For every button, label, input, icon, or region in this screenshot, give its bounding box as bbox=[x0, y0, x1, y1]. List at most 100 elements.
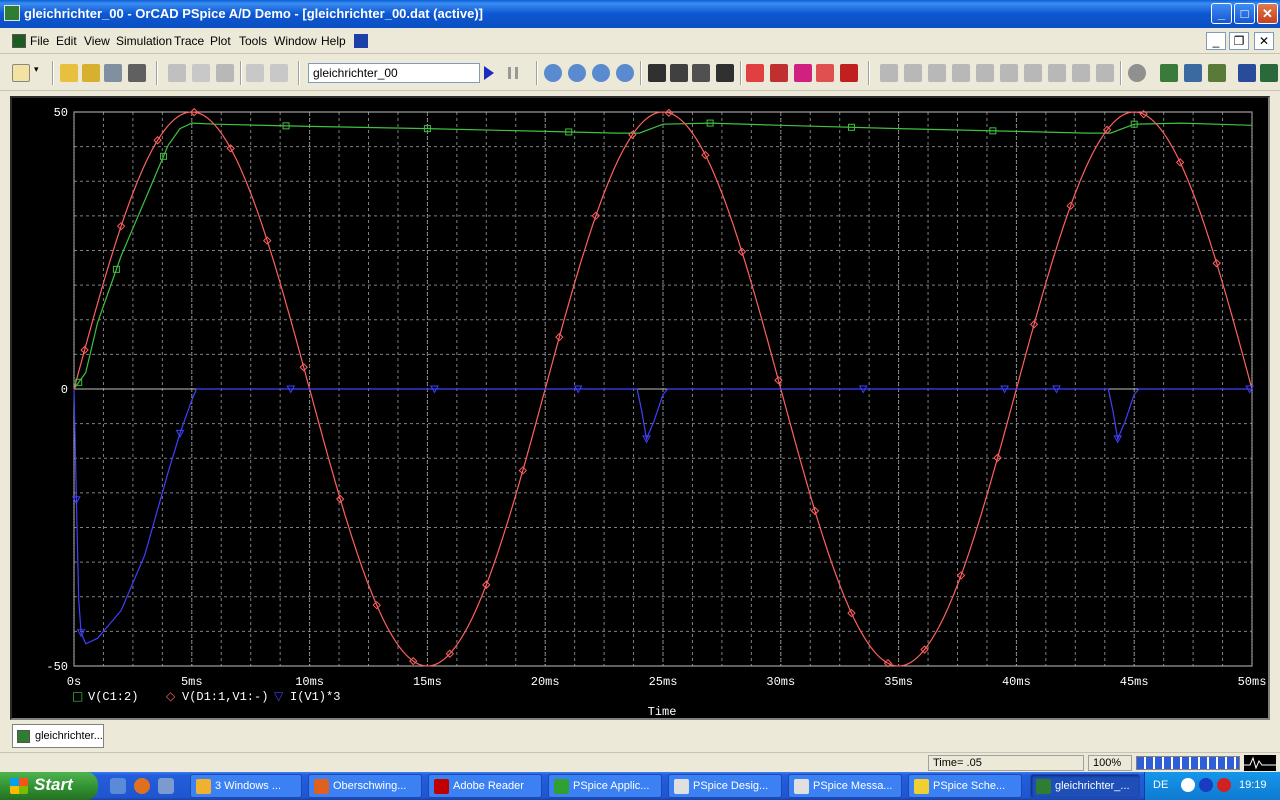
mdi-close-button[interactable]: ✕ bbox=[1254, 32, 1274, 50]
legend-entry-label[interactable]: I(V1)*3 bbox=[290, 690, 340, 704]
fourier-icon[interactable] bbox=[670, 64, 688, 82]
pause-icon[interactable] bbox=[508, 67, 518, 79]
legend-marker: ◇ bbox=[166, 689, 176, 703]
plot-window-icon bbox=[17, 730, 30, 743]
start-button[interactable]: Start bbox=[0, 772, 98, 800]
window-tab-gleichrichter[interactable]: gleichrichter... bbox=[12, 724, 104, 748]
voltage-markers-icon[interactable] bbox=[1160, 64, 1178, 82]
window-tab-label: gleichrichter... bbox=[35, 730, 103, 742]
simulation-output-icon[interactable] bbox=[1260, 64, 1278, 82]
open-folder-icon[interactable] bbox=[82, 64, 100, 82]
menu-trace[interactable]: Trace bbox=[174, 34, 204, 48]
toolbar: ▾ bbox=[0, 55, 1280, 91]
x-tick-label: 10ms bbox=[295, 675, 324, 689]
x-tick-label: 35ms bbox=[884, 675, 913, 689]
power-markers-icon[interactable] bbox=[1208, 64, 1226, 82]
taskbar-button-label: PSpice Messa... bbox=[813, 780, 893, 792]
x-tick-label: 5ms bbox=[181, 675, 203, 689]
zoom-area-icon[interactable] bbox=[592, 64, 610, 82]
app-icon[interactable] bbox=[4, 5, 20, 21]
cursor-trough-icon bbox=[904, 64, 922, 82]
menu-view[interactable]: View bbox=[84, 34, 110, 48]
new-dropdown-icon[interactable]: ▾ bbox=[34, 64, 44, 82]
mdi-restore-button[interactable]: ❐ bbox=[1229, 32, 1249, 50]
start-label: Start bbox=[34, 775, 73, 794]
add-plot-label-icon[interactable] bbox=[794, 64, 812, 82]
zoom-fit-icon[interactable] bbox=[616, 64, 634, 82]
title-bar[interactable]: gleichrichter_00 - OrCAD PSpice A/D Demo… bbox=[0, 0, 1280, 28]
y-tick-label: 50 bbox=[54, 106, 68, 120]
taskbar-button[interactable]: PSpice Applic... bbox=[548, 774, 662, 798]
toggle-cursor-icon[interactable] bbox=[816, 64, 834, 82]
quicklaunch-icon[interactable] bbox=[158, 778, 174, 794]
legend-entry-label[interactable]: V(D1:1,V1:-) bbox=[182, 690, 268, 704]
undo-icon[interactable] bbox=[246, 64, 264, 82]
new-icon[interactable] bbox=[12, 64, 30, 82]
redo-icon[interactable] bbox=[270, 64, 288, 82]
save-icon[interactable] bbox=[104, 64, 122, 82]
maximize-button[interactable]: □ bbox=[1234, 3, 1255, 24]
antivirus-icon[interactable] bbox=[1217, 778, 1231, 792]
eval-goal-function-icon[interactable] bbox=[770, 64, 788, 82]
show-desktop-icon[interactable] bbox=[110, 778, 126, 794]
cursor-max-icon bbox=[976, 64, 994, 82]
zoom-out-icon[interactable] bbox=[568, 64, 586, 82]
menu-plot[interactable]: Plot bbox=[210, 34, 231, 48]
legend-entry-label[interactable]: V(C1:2) bbox=[88, 690, 138, 704]
info-icon[interactable] bbox=[1128, 64, 1146, 82]
document-icon[interactable] bbox=[12, 34, 26, 48]
run-icon[interactable] bbox=[484, 66, 494, 80]
task-app-icon bbox=[434, 779, 449, 794]
x-tick-label: 30ms bbox=[766, 675, 795, 689]
x-tick-label: 40ms bbox=[1002, 675, 1031, 689]
plot-canvas[interactable]: 0s 5ms 10ms 15ms 20ms 25ms 30ms 35ms 40ms 45ms 50m… bbox=[12, 98, 1268, 718]
mark-label-icon bbox=[1096, 64, 1114, 82]
minimize-button[interactable]: _ bbox=[1211, 3, 1232, 24]
menu-edit[interactable]: Edit bbox=[56, 34, 77, 48]
legend-marker: □ bbox=[72, 689, 83, 703]
schematic-icon[interactable] bbox=[1238, 64, 1256, 82]
current-markers-icon[interactable] bbox=[1184, 64, 1202, 82]
mdi-minimize-button[interactable]: _ bbox=[1206, 32, 1226, 50]
bluetooth-icon[interactable] bbox=[1199, 778, 1213, 792]
log-y-axis-icon[interactable] bbox=[716, 64, 734, 82]
log-x-axis-icon[interactable] bbox=[648, 64, 666, 82]
paste-icon[interactable] bbox=[216, 64, 234, 82]
menu-bar: File Edit View Simulation Trace Plot Too… bbox=[0, 28, 1280, 54]
close-button[interactable]: ✕ bbox=[1257, 3, 1278, 24]
task-app-icon bbox=[794, 779, 809, 794]
status-bar: Time= .05 100% bbox=[0, 752, 1280, 772]
status-zoom: 100% bbox=[1088, 755, 1132, 771]
simulation-profile-input[interactable] bbox=[308, 63, 480, 83]
menu-simulation[interactable]: Simulation bbox=[116, 34, 172, 48]
toolbar-separator bbox=[868, 61, 870, 85]
taskbar-button-label: Adobe Reader bbox=[453, 780, 524, 792]
copy-icon[interactable] bbox=[192, 64, 210, 82]
probe-plot-window[interactable]: 0s 5ms 10ms 15ms 20ms 25ms 30ms 35ms 40ms 45ms 50m… bbox=[10, 96, 1270, 720]
language-indicator[interactable]: DE bbox=[1153, 779, 1168, 791]
performance-analysis-icon[interactable] bbox=[692, 64, 710, 82]
menu-help[interactable]: Help bbox=[321, 34, 346, 48]
firefox-icon[interactable] bbox=[134, 778, 150, 794]
cut-icon[interactable] bbox=[168, 64, 186, 82]
zoom-in-icon[interactable] bbox=[544, 64, 562, 82]
cursor-slope-icon bbox=[928, 64, 946, 82]
mark-data-points-icon[interactable] bbox=[840, 64, 858, 82]
open-icon[interactable] bbox=[60, 64, 78, 82]
print-icon[interactable] bbox=[128, 64, 146, 82]
taskbar-button[interactable]: PSpice Desig... bbox=[668, 774, 782, 798]
menu-file[interactable]: File bbox=[30, 34, 49, 48]
add-trace-icon[interactable] bbox=[746, 64, 764, 82]
toolbar-separator bbox=[240, 61, 242, 85]
taskbar-button[interactable]: 3 Windows ... bbox=[190, 774, 302, 798]
system-tray: DE 19:19 bbox=[1144, 772, 1280, 800]
context-help-icon[interactable] bbox=[354, 34, 368, 48]
taskbar-button[interactable]: Adobe Reader bbox=[428, 774, 542, 798]
taskbar-button[interactable]: PSpice Sche... bbox=[908, 774, 1022, 798]
network-icon[interactable] bbox=[1181, 778, 1195, 792]
taskbar-button[interactable]: Oberschwing... bbox=[308, 774, 422, 798]
menu-tools[interactable]: Tools bbox=[239, 34, 267, 48]
taskbar-button[interactable]: PSpice Messa... bbox=[788, 774, 902, 798]
taskbar-button[interactable]: gleichrichter_... bbox=[1030, 774, 1140, 798]
menu-window[interactable]: Window bbox=[274, 34, 317, 48]
